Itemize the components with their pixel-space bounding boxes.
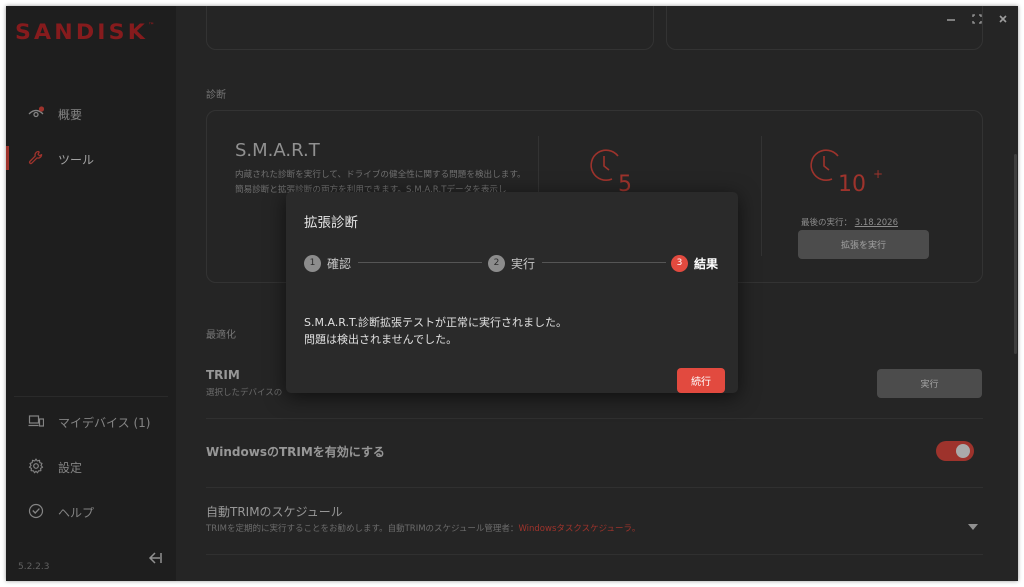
step-result: 3 結果 <box>671 254 718 272</box>
extended-diagnostics-dialog: 拡張診断 1 確認 2 実行 3 結果 S.M.A.R.T.診断拡張テストが正常… <box>286 192 738 393</box>
step-run: 2 実行 <box>488 254 535 272</box>
step-connector <box>358 262 482 263</box>
step-label: 結果 <box>694 256 719 271</box>
app-window: SANDISK™ 概要 ツール マイデバイス (1) 設定 ヘルプ 5.2.2.… <box>6 6 1018 581</box>
step-label: 確認 <box>327 256 352 271</box>
step-label: 実行 <box>511 256 536 271</box>
step-connector <box>542 262 666 263</box>
continue-button[interactable]: 続行 <box>677 368 725 393</box>
dialog-message: S.M.A.R.T.診断拡張テストが正常に実行されました。 問題は検出されません… <box>304 316 567 346</box>
step-confirm: 1 確認 <box>304 254 351 272</box>
step-number: 1 <box>304 254 321 272</box>
step-number: 2 <box>488 254 505 272</box>
dialog-title: 拡張診断 <box>304 215 358 231</box>
step-number: 3 <box>671 254 688 272</box>
